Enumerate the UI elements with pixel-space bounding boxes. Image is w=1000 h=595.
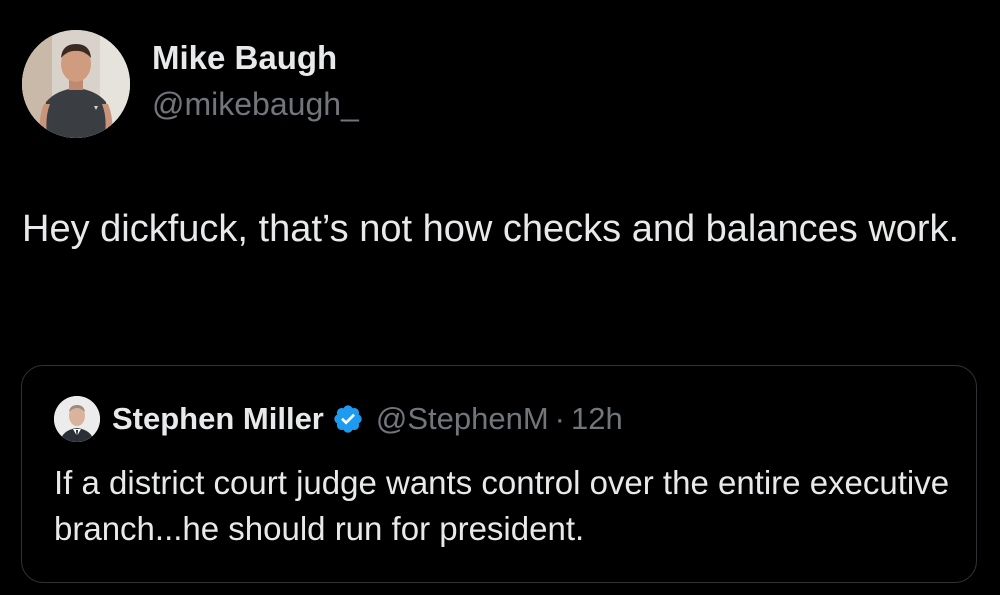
- quoted-author-handle[interactable]: @StephenM: [376, 401, 549, 437]
- verified-badge-icon: [332, 403, 364, 435]
- tweet: Mike Baugh @mikebaugh_ Hey dickfuck, tha…: [0, 0, 1000, 595]
- quoted-tweet[interactable]: Stephen Miller @StephenM · 12h If a dist…: [21, 365, 977, 583]
- quoted-author-name[interactable]: Stephen Miller: [112, 401, 324, 437]
- quoted-author-avatar[interactable]: [54, 396, 100, 442]
- author-handle[interactable]: @mikebaugh_: [152, 84, 359, 124]
- tweet-text: Hey dickfuck, that’s not how checks and …: [22, 208, 960, 250]
- separator-dot: ·: [554, 401, 565, 436]
- quoted-tweet-header: Stephen Miller @StephenM · 12h: [54, 396, 623, 442]
- author-avatar[interactable]: [22, 30, 130, 138]
- quoted-tweet-time[interactable]: 12h: [571, 401, 623, 437]
- quoted-tweet-text: If a district court judge wants control …: [54, 464, 950, 547]
- author-names: Mike Baugh @mikebaugh_: [152, 30, 359, 138]
- tweet-header: Mike Baugh @mikebaugh_: [22, 30, 359, 138]
- author-display-name[interactable]: Mike Baugh: [152, 38, 359, 78]
